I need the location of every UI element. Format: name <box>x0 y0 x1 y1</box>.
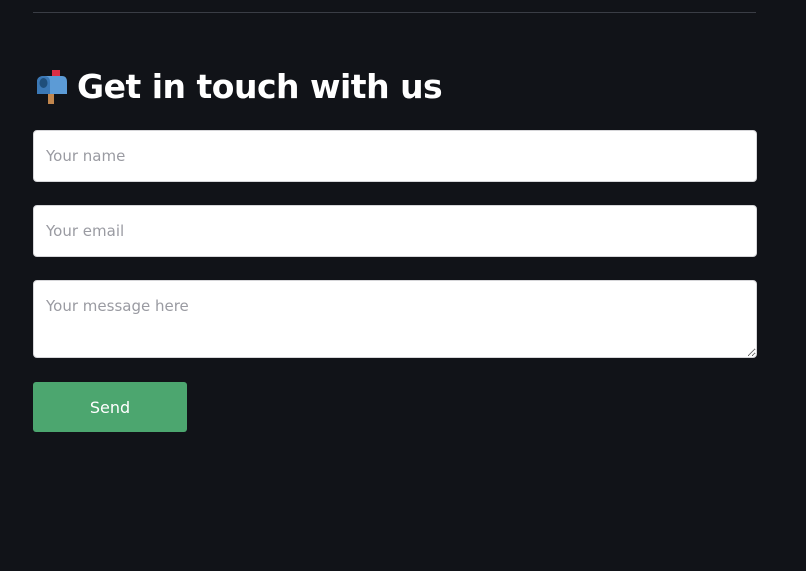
name-input[interactable] <box>33 130 757 182</box>
message-textarea[interactable] <box>33 280 757 358</box>
mailbox-icon <box>37 70 67 104</box>
heading-text: Get in touch with us <box>77 66 443 106</box>
page-title: Get in touch with us <box>33 64 443 108</box>
email-input[interactable] <box>33 205 757 257</box>
contact-page: Get in touch with us Send <box>0 0 806 571</box>
divider <box>33 12 756 13</box>
send-button[interactable]: Send <box>33 382 187 432</box>
